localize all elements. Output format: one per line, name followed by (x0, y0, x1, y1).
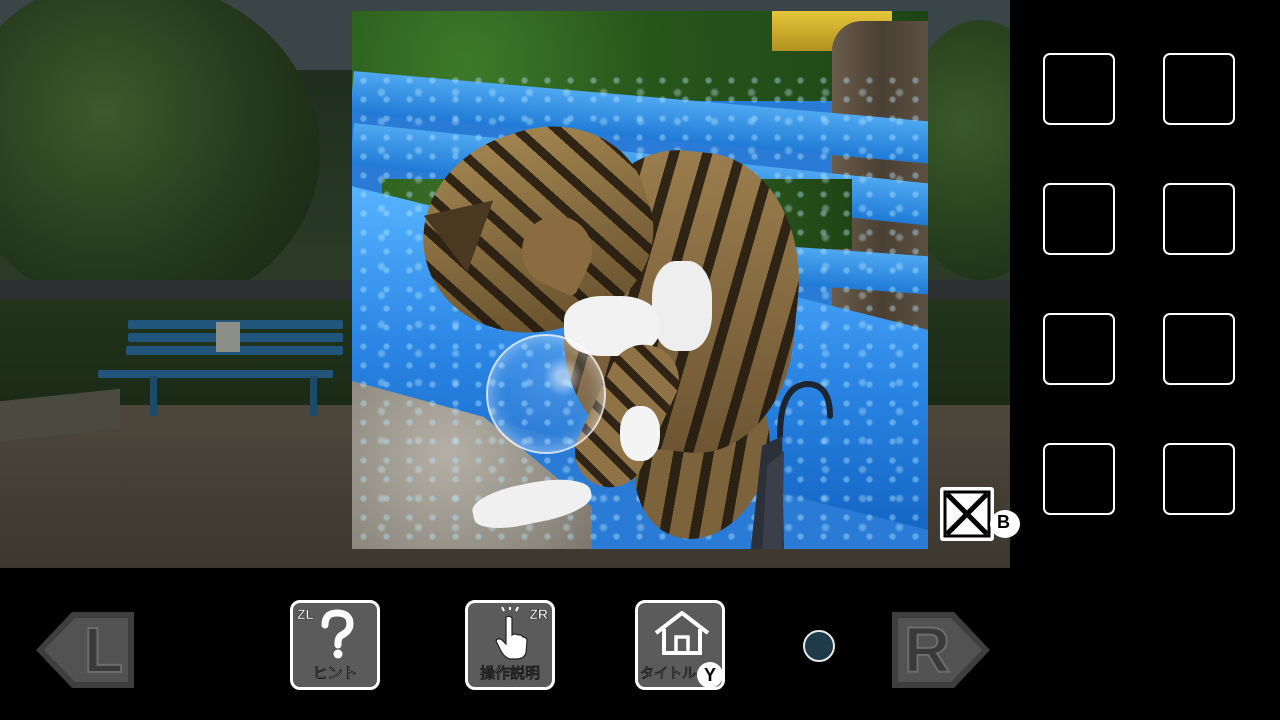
inventory-slot-6[interactable] (1163, 313, 1235, 385)
controls-key-label: ZR (529, 606, 548, 623)
inventory-slot-8[interactable] (1163, 443, 1235, 515)
question-mark-icon (321, 609, 354, 659)
house-icon (654, 611, 710, 655)
cat-chest (652, 261, 712, 351)
close-zoom-button[interactable]: B (937, 484, 1021, 542)
inventory-slot-3[interactable] (1043, 183, 1115, 255)
hint-label: ヒント (312, 664, 358, 683)
umbrella[interactable] (722, 376, 842, 549)
bench-leg (150, 376, 157, 416)
hint-button[interactable]: ZL ヒント (290, 600, 380, 690)
bench-sign (216, 322, 240, 352)
bench-seat (98, 370, 333, 378)
previous-view-button[interactable]: L (34, 608, 138, 692)
close-key-label: B (997, 512, 1010, 532)
left-key-label: L (83, 613, 124, 687)
inventory-slot-4[interactable] (1163, 183, 1235, 255)
tap-hand-icon (495, 607, 528, 660)
right-key-label: R (903, 613, 951, 687)
bench-leg (310, 376, 317, 416)
title-key-label: Y (703, 665, 716, 685)
hint-key-label: ZL (297, 606, 315, 623)
inventory-slot-2[interactable] (1163, 53, 1235, 125)
controls-help-button[interactable]: ZR 操作説明 (465, 600, 555, 690)
cat-paw (620, 406, 660, 461)
zoom-view-panel[interactable] (352, 11, 928, 549)
soap-bubble[interactable] (486, 334, 606, 454)
game-screen: B L ZL ヒント ZR 操作説明 タイトルへ Y R (0, 0, 1280, 720)
tree-left (0, 0, 320, 310)
return-to-title-button[interactable]: タイトルへ Y (635, 600, 725, 690)
inventory-slot-5[interactable] (1043, 313, 1115, 385)
controls-label: 操作説明 (479, 664, 541, 683)
inventory-slot-7[interactable] (1043, 443, 1115, 515)
inventory-slot-1[interactable] (1043, 53, 1115, 125)
background-bench[interactable] (98, 318, 348, 418)
next-view-button[interactable]: R (888, 608, 992, 692)
page-indicator-dot (803, 630, 835, 662)
